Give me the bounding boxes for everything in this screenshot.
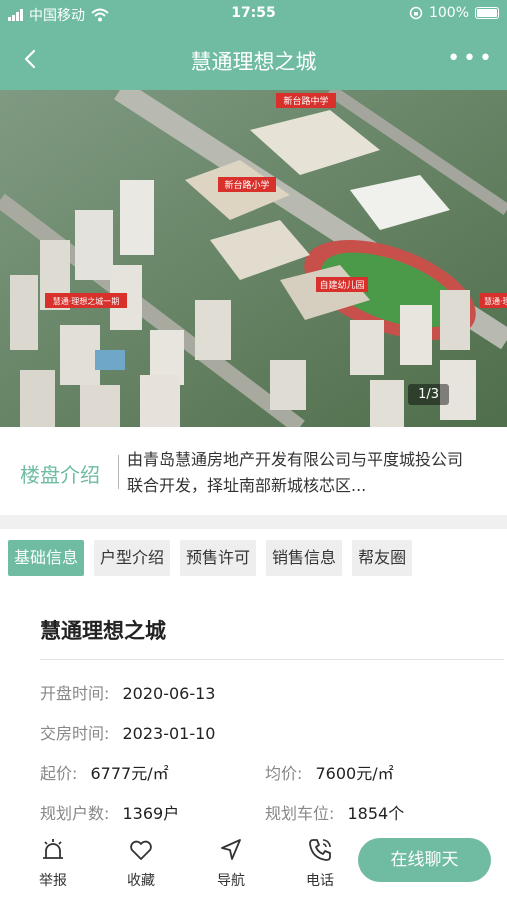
households-row: 规划户数: 1369户 (40, 800, 179, 824)
avg-price-value: 7600元/㎡ (315, 764, 394, 783)
report-label: 举报 (39, 873, 67, 889)
alarm-icon (43, 839, 63, 859)
phone-button[interactable]: 电话 (290, 836, 350, 890)
property-photo-gallery[interactable]: 新台路中学 新台路小学 自建幼儿园 慧通·理想之城一期 慧通·理想之城 1/3 (0, 90, 507, 427)
info-divider (40, 659, 504, 660)
navigate-button[interactable]: 导航 (201, 836, 261, 890)
map-label: 慧通·理想之城 (480, 293, 507, 308)
bottom-action-bar: 举报 收藏 导航 电话 在线聊天 (0, 828, 507, 900)
navigate-label: 导航 (217, 873, 245, 889)
report-button[interactable]: 举报 (23, 836, 83, 890)
nav-bar: 慧通理想之城 ••• (0, 28, 507, 90)
page-title: 慧通理想之城 (190, 50, 317, 74)
open-date-row: 开盘时间: 2020-06-13 (40, 680, 215, 704)
label-phase-one: 慧通·理想之城一期 (53, 296, 120, 306)
map-label: 新台路中学 (276, 93, 336, 108)
map-label: 自建幼儿园 (316, 277, 368, 292)
status-bar: 中国移动 17:55 100% (0, 0, 507, 28)
image-counter: 1/3 (408, 384, 449, 405)
phone-icon (309, 839, 331, 861)
label-middle-school: 新台路中学 (283, 95, 328, 107)
navigation-arrow-icon (221, 839, 241, 860)
info-tabs: 基础信息 户型介绍 预售许可 销售信息 帮友圈 (8, 540, 413, 576)
favorite-button[interactable]: 收藏 (111, 836, 171, 890)
tab-presale-permit[interactable]: 预售许可 (180, 540, 257, 576)
delivery-date-label: 交房时间: (40, 724, 110, 743)
delivery-date-value: 2023-01-10 (122, 724, 216, 743)
tab-sales-info[interactable]: 销售信息 (266, 540, 343, 576)
open-date-value: 2020-06-13 (122, 684, 216, 703)
parking-row: 规划车位: 1854个 (265, 800, 404, 824)
status-right: 100% (409, 5, 499, 21)
orientation-lock-icon (409, 6, 423, 20)
map-label: 慧通·理想之城一期 (45, 293, 127, 308)
phone-label: 电话 (306, 873, 334, 889)
tab-community[interactable]: 帮友圈 (352, 540, 413, 576)
section-divider (0, 515, 507, 529)
more-menu-button[interactable]: ••• (447, 46, 495, 71)
start-price-label: 起价: (40, 764, 78, 783)
battery-icon (475, 7, 499, 19)
label-kindergarten: 自建幼儿园 (319, 279, 364, 291)
heart-icon (130, 840, 152, 860)
tab-basic-info[interactable]: 基础信息 (8, 540, 85, 576)
property-intro[interactable]: 楼盘介绍 由青岛慧通房地产开发有限公司与平度城投公司联合开发，择址南部新城核芯区… (0, 427, 507, 515)
label-primary-school: 新台路小学 (224, 179, 269, 191)
favorite-label: 收藏 (127, 873, 155, 889)
intro-text: 由青岛慧通房地产开发有限公司与平度城投公司联合开发，择址南部新城核芯区... (127, 450, 464, 495)
start-price-value: 6777元/㎡ (90, 764, 169, 783)
intro-label: 楼盘介绍 (20, 463, 100, 487)
property-name: 慧通理想之城 (40, 619, 166, 643)
start-price-row: 起价: 6777元/㎡ (40, 760, 169, 784)
avg-price-row: 均价: 7600元/㎡ (265, 760, 394, 784)
intro-divider (118, 455, 119, 489)
households-label: 规划户数: (40, 804, 110, 823)
parking-value: 1854个 (347, 804, 405, 823)
tab-floor-plans[interactable]: 户型介绍 (94, 540, 171, 576)
households-value: 1369户 (122, 804, 180, 823)
avg-price-label: 均价: (265, 764, 303, 783)
map-label: 新台路小学 (218, 177, 276, 192)
label-project: 慧通·理想之城 (484, 296, 507, 306)
open-date-label: 开盘时间: (40, 684, 110, 703)
delivery-date-row: 交房时间: 2023-01-10 (40, 720, 215, 744)
battery-percent: 100% (428, 5, 469, 21)
online-chat-button[interactable]: 在线聊天 (358, 838, 491, 882)
parking-label: 规划车位: (265, 804, 335, 823)
aerial-rendering-image: 新台路中学 新台路小学 自建幼儿园 慧通·理想之城一期 慧通·理想之城 (0, 90, 507, 427)
